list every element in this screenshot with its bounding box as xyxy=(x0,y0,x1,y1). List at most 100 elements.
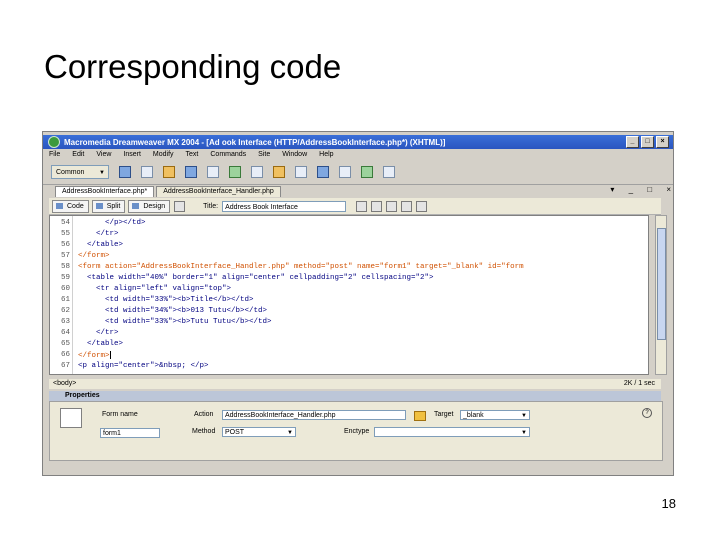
menu-file[interactable]: File xyxy=(49,151,60,158)
line-number: 59 xyxy=(60,274,70,282)
code-line: <td width="33%"><b>Title</b></td> xyxy=(78,296,254,304)
split-view-button[interactable]: Split xyxy=(91,199,126,213)
file-management-icon[interactable] xyxy=(356,200,368,212)
preview-icon[interactable] xyxy=(371,200,383,212)
layer-icon[interactable] xyxy=(207,166,219,178)
menu-help[interactable]: Help xyxy=(319,151,333,158)
scrollbar-thumb[interactable] xyxy=(657,228,666,340)
code-view-button[interactable]: Code xyxy=(52,199,89,213)
enctype-label: Enctype xyxy=(344,428,370,435)
target-select[interactable]: _blank ▼ xyxy=(460,410,530,420)
slide-title: Corresponding code xyxy=(44,48,342,85)
email-link-icon[interactable] xyxy=(141,166,153,178)
method-value: POST xyxy=(225,429,245,436)
table-icon[interactable] xyxy=(185,166,197,178)
tab-addressbookinterface-handler[interactable]: AddressBookInterface_Handler.php xyxy=(156,186,281,197)
menu-text[interactable]: Text xyxy=(186,151,199,158)
enctype-select[interactable]: ▼ xyxy=(374,427,530,437)
menu-insert[interactable]: Insert xyxy=(123,151,141,158)
target-value: _blank xyxy=(463,412,484,419)
action-input[interactable]: AddressBookInterface_Handler.php xyxy=(222,410,406,420)
line-number-gutter: 54 55 56 57 58 59 60 61 62 63 64 65 66 6… xyxy=(50,216,73,374)
maximize-button[interactable]: □ xyxy=(641,136,654,148)
page-number: 18 xyxy=(661,496,676,511)
line-number: 66 xyxy=(60,351,70,359)
code-line: <table width="40%" border="1" align="cen… xyxy=(78,274,434,282)
menu-window[interactable]: Window xyxy=(282,151,307,158)
line-number: 55 xyxy=(60,230,70,238)
method-label: Method xyxy=(192,428,216,435)
properties-header[interactable]: Properties xyxy=(49,391,661,401)
dreamweaver-icon xyxy=(48,136,60,148)
code-line: <td width="34%"><b>013 Tutu</b></td> xyxy=(78,307,268,315)
date-icon[interactable] xyxy=(273,166,285,178)
close-button[interactable]: × xyxy=(656,136,669,148)
code-line: </form> xyxy=(78,252,110,260)
code-line: </table> xyxy=(78,340,124,348)
code-line: <p align="center">&nbsp; </p> xyxy=(78,362,209,370)
chevron-down-icon: ▼ xyxy=(521,413,527,419)
insert-category-value: Common xyxy=(56,169,85,176)
head-icon[interactable] xyxy=(317,166,329,178)
menu-bar: File Edit View Insert Modify Text Comman… xyxy=(43,149,673,160)
line-number: 63 xyxy=(60,318,70,326)
form-name-input[interactable]: form1 xyxy=(100,428,160,438)
tag-chooser-icon[interactable] xyxy=(383,166,395,178)
menu-view[interactable]: View xyxy=(96,151,111,158)
script-icon[interactable] xyxy=(339,166,351,178)
document-window-controls[interactable]: ▾ _ □ × xyxy=(610,185,673,194)
text-cursor xyxy=(109,351,111,359)
line-number: 62 xyxy=(60,307,70,315)
live-data-icon[interactable] xyxy=(174,200,186,212)
code-line: </table> xyxy=(78,241,124,249)
menu-commands[interactable]: Commands xyxy=(210,151,246,158)
target-label: Target xyxy=(434,411,454,418)
status-bar: <body> 2K / 1 sec xyxy=(49,379,661,389)
code-line: <td width="33%"><b>Tutu Tutu</b></td> xyxy=(78,318,272,326)
image-icon[interactable] xyxy=(229,166,241,178)
code-line: </p></td> xyxy=(78,219,146,227)
code-line: <tr align="left" valign="top"> xyxy=(78,285,232,293)
tag-selector[interactable]: <body> xyxy=(53,379,76,389)
menu-edit[interactable]: Edit xyxy=(72,151,84,158)
method-select[interactable]: POST ▼ xyxy=(222,427,296,437)
action-label: Action xyxy=(194,411,214,418)
media-icon[interactable] xyxy=(251,166,263,178)
tab-addressbookinterface[interactable]: AddressBookInterface.php* xyxy=(55,186,155,197)
code-line-cursor-row: </form> xyxy=(78,351,111,360)
line-number: 60 xyxy=(60,285,70,293)
line-number: 57 xyxy=(60,252,70,260)
line-number: 61 xyxy=(60,296,70,304)
view-options-icon[interactable] xyxy=(416,200,428,212)
chevron-down-icon: ▼ xyxy=(521,430,527,436)
form-icon xyxy=(60,408,82,428)
debug-icon[interactable] xyxy=(386,200,398,212)
title-input[interactable]: Address Book Interface xyxy=(222,200,347,212)
menu-modify[interactable]: Modify xyxy=(153,151,174,158)
form-name-label: Form name xyxy=(102,411,138,418)
comment-icon[interactable] xyxy=(295,166,307,178)
insert-category-select[interactable]: Common ▼ xyxy=(51,165,109,179)
code-editor[interactable]: 54 55 56 57 58 59 60 61 62 63 64 65 66 6… xyxy=(49,215,649,375)
code-line: </tr> xyxy=(78,230,119,238)
minimize-button[interactable]: _ xyxy=(626,136,639,148)
anchor-icon[interactable] xyxy=(163,166,175,178)
line-number: 67 xyxy=(60,362,70,370)
document-toolbar: Code Split Design Title: Address Book In… xyxy=(49,198,661,215)
line-number: 58 xyxy=(60,263,70,271)
folder-icon[interactable] xyxy=(414,411,426,421)
line-number: 64 xyxy=(60,329,70,337)
help-icon[interactable]: ? xyxy=(642,408,652,418)
title-label: Title: xyxy=(203,202,219,210)
refresh-icon[interactable] xyxy=(401,200,413,212)
template-icon[interactable] xyxy=(361,166,373,178)
window-title: Macromedia Dreamweaver MX 2004 - [Ad ook… xyxy=(64,137,446,147)
document-tabs: AddressBookInterface.php* AddressBookInt… xyxy=(43,185,673,197)
menu-site[interactable]: Site xyxy=(258,151,270,158)
code-line: <form action="AddressBookInterface_Handl… xyxy=(78,263,524,271)
design-view-button[interactable]: Design xyxy=(128,199,171,213)
download-size: 2K / 1 sec xyxy=(623,380,655,387)
code-scrollbar[interactable] xyxy=(655,215,667,375)
hyperlink-icon[interactable] xyxy=(119,166,131,178)
line-number: 56 xyxy=(60,241,70,249)
